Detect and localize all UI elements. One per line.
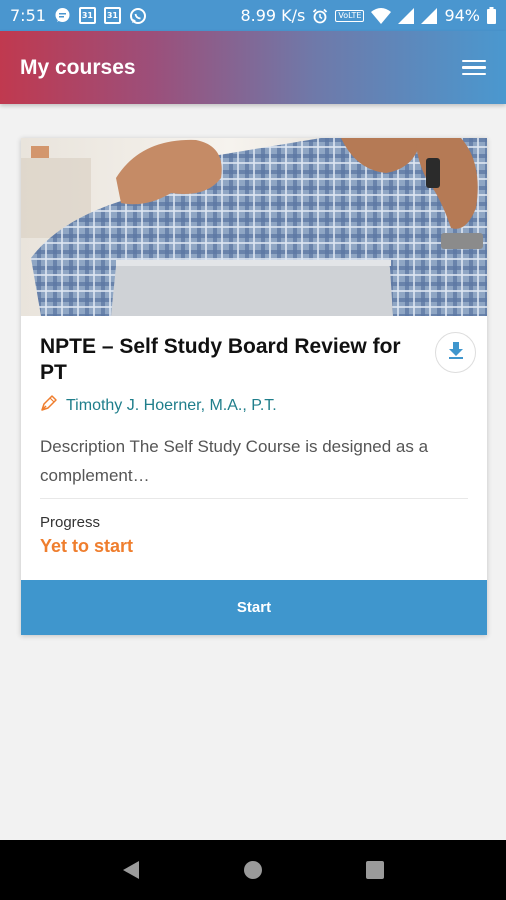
battery-percent: 94%: [444, 6, 480, 25]
recents-icon[interactable]: [360, 855, 390, 885]
signal-icon: [421, 7, 438, 24]
pen-icon: [40, 394, 58, 417]
progress-status: Yet to start: [40, 536, 134, 556]
whatsapp-icon: [129, 7, 147, 25]
battery-icon: [487, 7, 496, 24]
course-thumbnail: [21, 138, 487, 316]
wifi-icon: [371, 7, 392, 24]
volte-badge: VoLTE: [335, 9, 365, 22]
message-icon: [54, 7, 71, 24]
system-nav-bar: [0, 840, 506, 900]
status-bar: 7:51 31 31 8.99 K/s VoLTE 94%: [0, 0, 506, 31]
progress-label: Progress: [40, 514, 101, 531]
back-icon[interactable]: [116, 855, 146, 885]
page-title: My courses: [20, 55, 136, 79]
calendar-icon: 31: [103, 7, 121, 24]
author-name[interactable]: Timothy J. Hoerner, M.A., P.T.: [66, 397, 277, 415]
app-bar: My courses: [0, 31, 506, 104]
hamburger-menu-icon[interactable]: [462, 56, 486, 80]
course-description: Description The Self Study Course is des…: [40, 437, 429, 485]
alarm-icon: [312, 8, 328, 24]
home-icon[interactable]: [238, 855, 268, 885]
download-button[interactable]: [435, 332, 476, 373]
signal-icon: [398, 7, 415, 24]
download-icon: [447, 341, 465, 364]
network-speed: 8.99 K/s: [240, 6, 306, 25]
status-time: 7:51: [10, 6, 46, 25]
divider: [40, 498, 468, 499]
start-button[interactable]: Start: [21, 580, 487, 635]
course-title[interactable]: NPTE – Self Study Board Review for PT: [40, 334, 420, 386]
course-card[interactable]: NPTE – Self Study Board Review for PT Ti…: [21, 138, 487, 635]
calendar-icon: 31: [78, 7, 96, 24]
course-author: Timothy J. Hoerner, M.A., P.T.: [40, 394, 277, 417]
